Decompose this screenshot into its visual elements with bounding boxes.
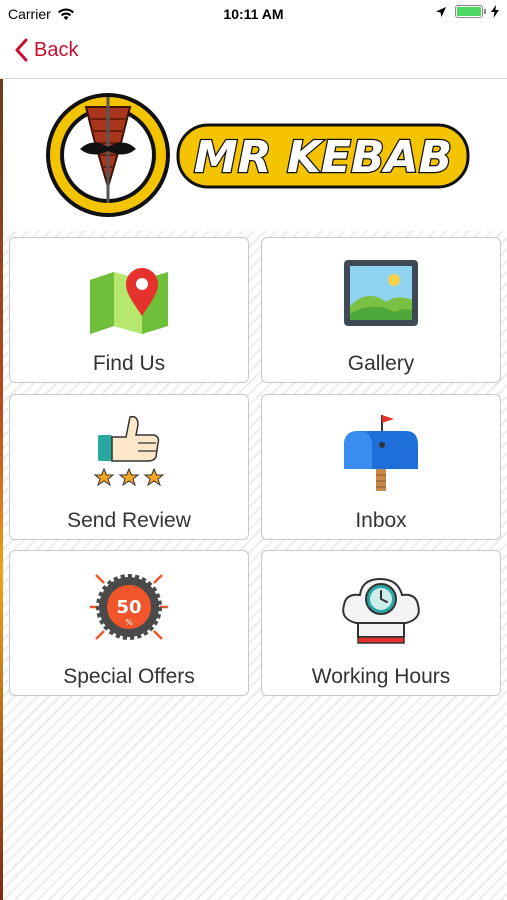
inbox-tile[interactable]: Inbox (261, 394, 501, 540)
status-bar: Carrier 10:11 AM (0, 0, 507, 28)
battery-icon (455, 5, 486, 18)
find-us-tile[interactable]: Find Us (9, 237, 249, 383)
chevron-left-icon (15, 38, 28, 62)
logo: MR KEBAB (46, 93, 470, 217)
left-edge-strip (0, 79, 3, 900)
picture-frame-icon (344, 260, 418, 326)
svg-text:50: 50 (116, 597, 141, 618)
special-offers-tile[interactable]: 50 % Special Offers (9, 550, 249, 696)
send-review-tile[interactable]: Send Review (9, 394, 249, 540)
map-pin-icon (90, 268, 168, 334)
gallery-label: Gallery (347, 352, 415, 375)
gallery-tile[interactable]: Gallery (261, 237, 501, 383)
svg-text:%: % (125, 618, 133, 627)
location-arrow-icon (436, 6, 446, 17)
working-hours-tile[interactable]: Working Hours (261, 550, 501, 696)
home-content: MR KEBAB Find Us Gallery Send Review Inb… (0, 79, 507, 900)
status-right (435, 5, 499, 18)
charging-bolt-icon (491, 5, 499, 18)
brand-header: MR KEBAB (0, 79, 507, 231)
thumbs-up-stars-icon (93, 415, 165, 487)
chef-hat-clock-icon (342, 577, 420, 644)
back-button[interactable]: Back (14, 38, 78, 62)
find-us-label: Find Us (92, 352, 166, 375)
special-offers-label: Special Offers (63, 665, 195, 688)
status-time: 10:11 AM (223, 6, 284, 22)
navigation-bar: Back (0, 28, 507, 79)
mailbox-icon (344, 415, 418, 491)
inbox-label: Inbox (355, 509, 407, 532)
discount-50-icon: 50 % (90, 574, 168, 640)
send-review-label: Send Review (67, 509, 191, 532)
brand-wordmark: MR KEBAB (194, 132, 452, 183)
back-label: Back (34, 38, 79, 61)
working-hours-label: Working Hours (311, 665, 451, 688)
